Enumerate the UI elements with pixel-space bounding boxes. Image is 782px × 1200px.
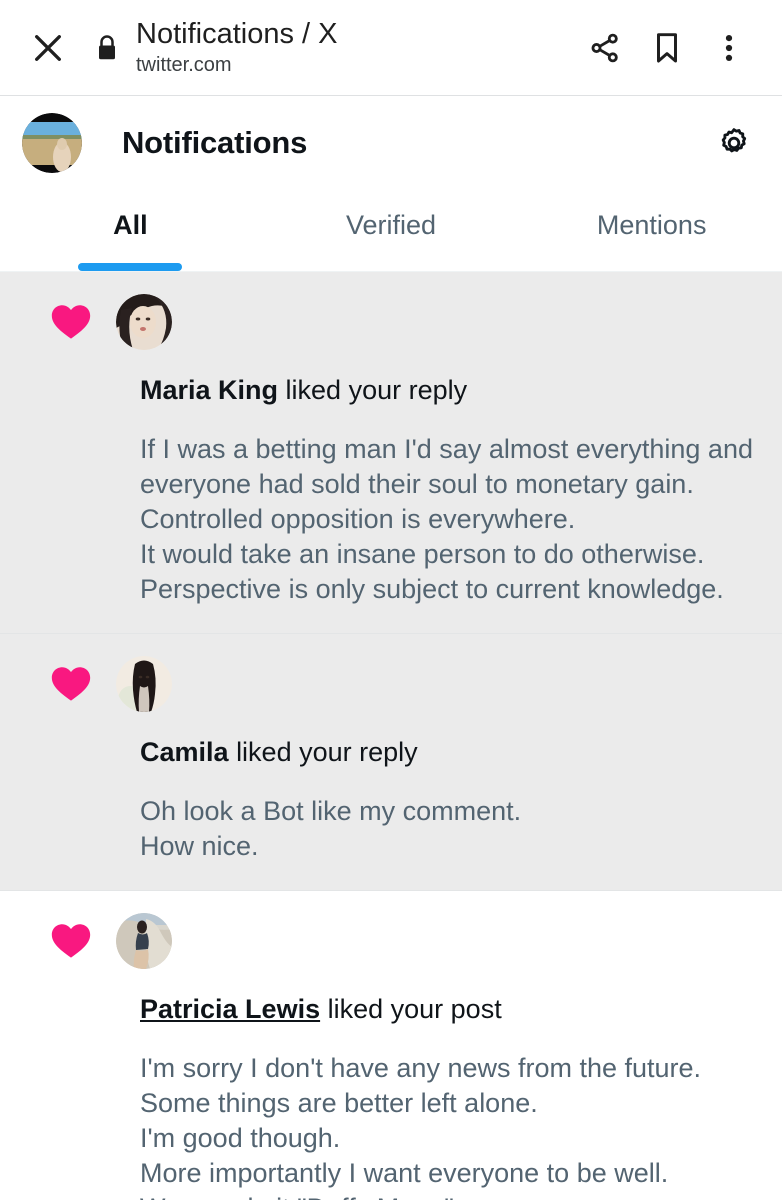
notification-header [22, 294, 760, 350]
notification-body-text: Oh look a Bot like my comment. How nice. [140, 796, 522, 861]
browser-chrome-bar: Notifications / X twitter.com [0, 0, 782, 96]
notification-item[interactable]: Maria King liked your reply If I was a b… [0, 272, 782, 634]
browser-page-url: twitter.com [136, 54, 232, 76]
notification-tabs: All Verified Mentions [0, 190, 782, 272]
share-button[interactable] [574, 20, 636, 76]
address-bar[interactable]: Notifications / X twitter.com [136, 17, 574, 78]
site-info-button[interactable] [86, 33, 128, 63]
avatar-image [22, 113, 82, 173]
browser-page-title: Notifications / X [136, 18, 338, 50]
tab-mentions-label: Mentions [596, 210, 707, 240]
notification-action-label: liked your reply [236, 737, 418, 767]
notification-avatar[interactable] [116, 294, 172, 350]
more-vertical-icon [725, 34, 733, 61]
close-icon [35, 34, 61, 61]
notification-avatar[interactable] [116, 913, 172, 969]
app-header: Notifications [0, 96, 782, 190]
tab-active-indicator [78, 263, 183, 271]
notification-action-label: liked your post [327, 994, 502, 1024]
notification-body-text: If I was a betting man I'd say almost ev… [140, 434, 753, 604]
notification-item[interactable]: Camila liked your reply Oh look a Bot li… [0, 634, 782, 891]
notification-action-label: liked your reply [285, 375, 468, 405]
browser-menu-button[interactable] [698, 20, 760, 76]
notification-header [22, 656, 760, 712]
notification-user-name[interactable]: Camila [140, 737, 229, 767]
heart-icon [51, 924, 91, 958]
notification-action-text: Maria King liked your reply [140, 372, 760, 408]
notification-action-text: Patricia Lewis liked your post [140, 991, 760, 1027]
avatar-image [116, 294, 172, 350]
tab-all[interactable]: All [0, 190, 261, 271]
close-button[interactable] [24, 24, 72, 72]
avatar-image [116, 656, 172, 712]
page-title: Notifications [122, 125, 308, 160]
tab-verified[interactable]: Verified [261, 190, 522, 271]
tab-mentions[interactable]: Mentions [521, 190, 782, 271]
heart-icon [51, 305, 91, 339]
notification-action-text: Camila liked your reply [140, 734, 760, 770]
notification-body-text: I'm sorry I don't have any news from the… [140, 1053, 702, 1200]
share-icon [591, 33, 618, 62]
bookmark-icon [657, 32, 677, 63]
bookmark-button[interactable] [636, 20, 698, 76]
settings-button[interactable] [706, 115, 762, 171]
notification-avatar[interactable] [116, 656, 172, 712]
lock-icon [99, 34, 115, 59]
notification-user-name[interactable]: Patricia Lewis [140, 994, 320, 1024]
gear-icon [721, 128, 747, 153]
notification-list: Maria King liked your reply If I was a b… [0, 272, 782, 1200]
tab-all-label: All [113, 210, 148, 240]
notification-user-name[interactable]: Maria King [140, 375, 278, 405]
tab-verified-label: Verified [345, 210, 437, 240]
browser-actions [574, 20, 760, 76]
profile-avatar[interactable] [22, 113, 82, 173]
notification-item[interactable]: Patricia Lewis liked your post I'm sorry… [0, 891, 782, 1200]
avatar-image [116, 913, 172, 969]
heart-icon [51, 667, 91, 701]
notification-header [22, 913, 760, 969]
